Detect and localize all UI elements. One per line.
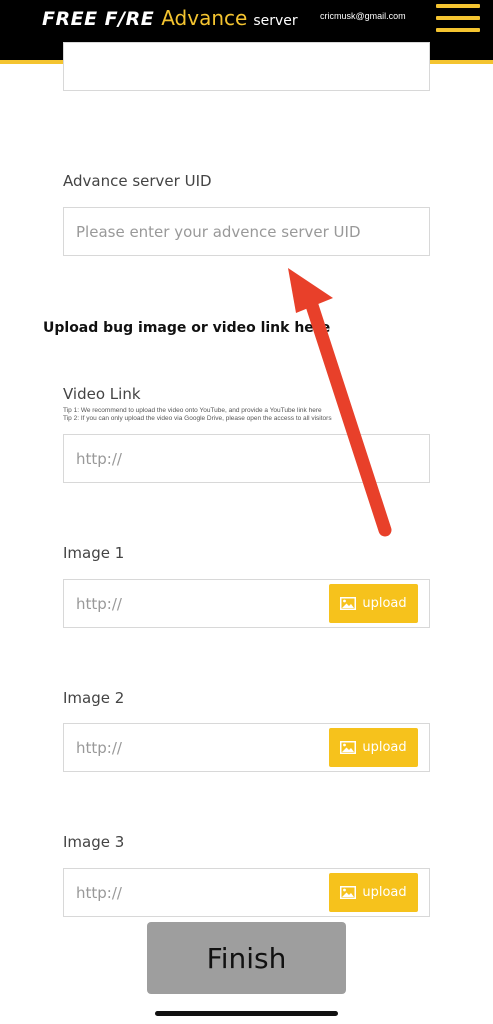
site-logo[interactable]: FREE F/RE Advance server bbox=[42, 6, 298, 30]
video-link-input[interactable] bbox=[63, 434, 430, 483]
logo-brand: FREE F/RE bbox=[42, 8, 155, 30]
image-3-upload-button[interactable]: upload bbox=[329, 873, 418, 912]
upload-label: upload bbox=[362, 740, 407, 755]
image-icon bbox=[340, 886, 357, 899]
image-1-upload-button[interactable]: upload bbox=[329, 584, 418, 623]
image-2-label: Image 2 bbox=[63, 689, 125, 707]
video-tip-1: Tip 1: We recommend to upload the video … bbox=[63, 407, 322, 414]
logo-accent: Advance bbox=[161, 6, 248, 30]
image-icon bbox=[340, 597, 357, 610]
upload-label: upload bbox=[362, 885, 407, 900]
video-link-label: Video Link bbox=[63, 385, 141, 403]
video-tips: Tip 1: We recommend to upload the video … bbox=[63, 407, 332, 423]
uid-label: Advance server UID bbox=[63, 172, 212, 190]
image-2-upload-button[interactable]: upload bbox=[329, 728, 418, 767]
video-tip-2: Tip 2: If you can only upload the video … bbox=[63, 415, 332, 422]
home-indicator bbox=[155, 1011, 338, 1016]
upload-section-title: Upload bug image or video link here bbox=[43, 320, 331, 336]
logo-suffix: server bbox=[253, 13, 298, 29]
image-1-label: Image 1 bbox=[63, 544, 125, 562]
finish-button[interactable]: Finish bbox=[147, 922, 346, 994]
image-3-label: Image 3 bbox=[63, 833, 125, 851]
image-icon bbox=[340, 741, 357, 754]
uid-input[interactable] bbox=[63, 207, 430, 256]
upload-label: upload bbox=[362, 596, 407, 611]
user-email: cricmusk@gmail.com bbox=[320, 11, 406, 21]
previous-field[interactable] bbox=[63, 42, 430, 91]
hamburger-menu-icon[interactable] bbox=[436, 4, 480, 34]
